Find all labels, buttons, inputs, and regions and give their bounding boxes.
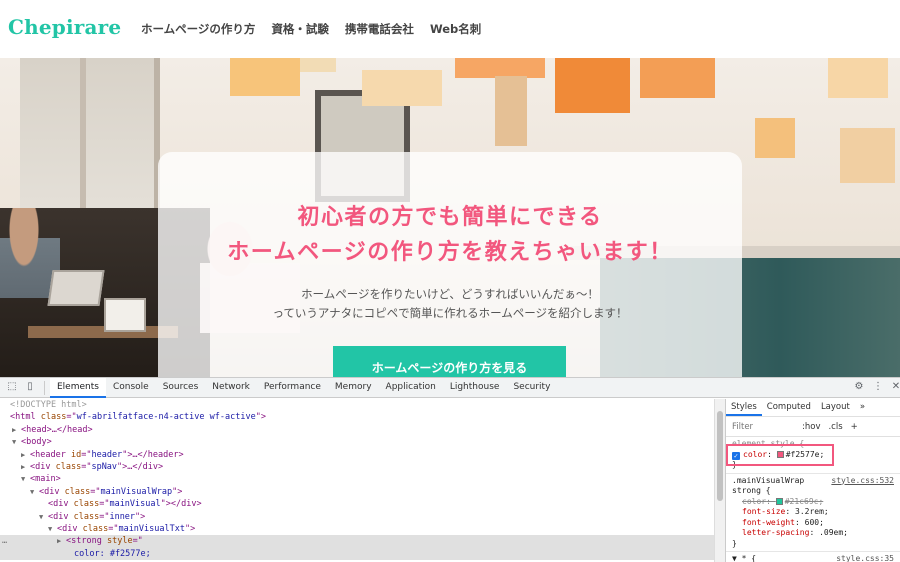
hero-subtitle-line-1: ホームページを作りたいけど、どうすればいいんだぁ～！ [301,287,599,301]
nav-item-homepage[interactable]: ホームページの作り方 [141,21,255,37]
class-toggle[interactable]: .cls [828,422,842,432]
expand-triangle-icon[interactable]: ▶ [21,461,30,473]
dom-node-mainvisual[interactable]: <div class="mainVisual"></div> [0,498,714,510]
more-options-icon[interactable]: ⋮ [872,381,884,393]
expand-triangle-icon[interactable]: ▶ [57,535,66,547]
tab-computed[interactable]: Computed [762,399,816,416]
hero-title-line-1: 初心者の方でも簡単にできる [297,205,603,230]
nav-item-mobile-carrier[interactable]: 携帯電話会社 [345,21,414,37]
devtools-panel: ⬚ ▯ Elements Console Sources Network Per… [0,377,900,562]
expand-triangle-icon[interactable]: ▼ [732,554,737,562]
tab-network[interactable]: Network [205,378,257,398]
expand-triangle-icon[interactable]: ▶ [12,424,21,436]
dom-node-html[interactable]: <html class="wf-abrilfatface-n4-active w… [0,411,714,423]
tab-memory[interactable]: Memory [328,378,379,398]
dom-node-strong-style-value[interactable]: color: #f2577e; [0,547,714,561]
tab-application[interactable]: Application [379,378,443,398]
collapse-triangle-icon[interactable]: ▼ [39,511,48,523]
site-header: Chepirare ホームページの作り方 資格・試験 携帯電話会社 Web名刺 [0,0,900,58]
rule-selector: .mainVisualWrap style.css:532 [732,475,894,487]
nav-item-web-card[interactable]: Web名刺 [430,21,481,37]
scrollbar-thumb[interactable] [717,411,723,501]
mainvisualwrap-strong-rule: .mainVisualWrap style.css:532 strong { c… [726,474,900,552]
font-size-declaration[interactable]: font-size: 3.2rem; [732,507,894,518]
dom-node-doctype[interactable]: <!DOCTYPE html> [0,399,714,411]
tab-performance[interactable]: Performance [257,378,328,398]
close-icon[interactable]: ✕ [890,381,900,393]
main-visual-text-card: 初心者の方でも簡単にできる ホームページの作り方を教えちゃいます！ ホームページ… [158,152,742,392]
universal-selector-rule: ▼ * { style.css:35 [726,552,900,562]
expand-triangle-icon[interactable]: ▶ [21,449,30,461]
new-rule-button[interactable]: + [851,422,858,432]
hero-subtitle: ホームページを作りたいけど、どうすればいいんだぁ～！ っていうアナタにコピペで簡… [158,285,742,323]
stylesheet-link[interactable]: style.css:35 [836,554,894,562]
hero-subtitle-line-2: っていうアナタにコピペで簡単に作れるホームページを紹介します！ [272,306,628,320]
dom-node-head[interactable]: ▶ <head>…</head> [0,424,714,436]
hero-title: 初心者の方でも簡単にできる ホームページの作り方を教えちゃいます！ [158,200,742,270]
styles-tabs: Styles Computed Layout » [726,399,900,417]
collapse-triangle-icon[interactable]: ▼ [30,486,39,498]
elements-scrollbar[interactable] [714,399,725,562]
collapse-triangle-icon[interactable]: ▼ [12,436,21,448]
tab-styles[interactable]: Styles [726,399,762,416]
highlight-annotation-box [726,444,834,466]
tab-security[interactable]: Security [506,378,557,398]
devtools-tabs: Elements Console Sources Network Perform… [50,378,557,398]
tab-console[interactable]: Console [106,378,156,398]
site-logo[interactable]: Chepirare [8,15,121,39]
dom-node-mainvisualtxt[interactable]: ▼ <div class="mainVisualTxt"> [0,523,714,535]
dom-node-body[interactable]: ▼ <body> [0,436,714,448]
settings-gear-icon[interactable]: ⚙ [853,381,865,393]
device-toolbar-icon[interactable]: ▯ [24,381,36,393]
letter-spacing-declaration[interactable]: letter-spacing: .09em; [732,528,894,539]
dom-node-mainvisualwrap[interactable]: ▼ <div class="mainVisualWrap"> [0,486,714,498]
font-weight-declaration[interactable]: font-weight: 600; [732,518,894,529]
inspect-element-icon[interactable]: ⬚ [6,381,18,393]
stylesheet-link[interactable]: style.css:532 [831,476,894,487]
tab-elements[interactable]: Elements [50,378,106,398]
devtools-toolbar: ⬚ ▯ Elements Console Sources Network Per… [0,378,900,398]
hero-title-line-2: ホームページの作り方を教えちゃいます！ [227,240,673,265]
rule-selector: ▼ * { style.css:35 [732,554,894,562]
more-actions-icon[interactable]: … [2,535,7,547]
dom-node-spnav[interactable]: ▶ <div class="spNav">…</div> [0,461,714,473]
hover-state-toggle[interactable]: :hov [802,422,820,432]
site-nav: ホームページの作り方 資格・試験 携帯電話会社 Web名刺 [141,21,481,37]
elements-dom-tree: <!DOCTYPE html> <html class="wf-abrilfat… [0,399,714,562]
tab-layout[interactable]: Layout [816,399,855,416]
collapse-triangle-icon[interactable]: ▼ [48,523,57,535]
dom-node-strong-selected[interactable]: … ▶ <strong style=" [0,535,714,548]
color-swatch[interactable] [775,497,783,505]
dom-node-header[interactable]: ▶ <header id="header">…</header> [0,449,714,461]
more-tabs-icon[interactable]: » [855,399,870,416]
overridden-color-declaration[interactable]: color: #21c69c; [732,497,894,508]
styles-filter-input[interactable]: Filter [732,422,802,432]
styles-pane: Styles Computed Layout » Filter :hov .cl… [725,399,900,562]
nav-item-qualifications[interactable]: 資格・試験 [271,21,329,37]
styles-filter-bar: Filter :hov .cls + [726,417,900,437]
dom-node-inner[interactable]: ▼ <div class="inner"> [0,511,714,523]
tab-lighthouse[interactable]: Lighthouse [443,378,507,398]
dom-node-main[interactable]: ▼ <main> [0,473,714,485]
collapse-triangle-icon[interactable]: ▼ [21,473,30,485]
tab-sources[interactable]: Sources [156,378,206,398]
